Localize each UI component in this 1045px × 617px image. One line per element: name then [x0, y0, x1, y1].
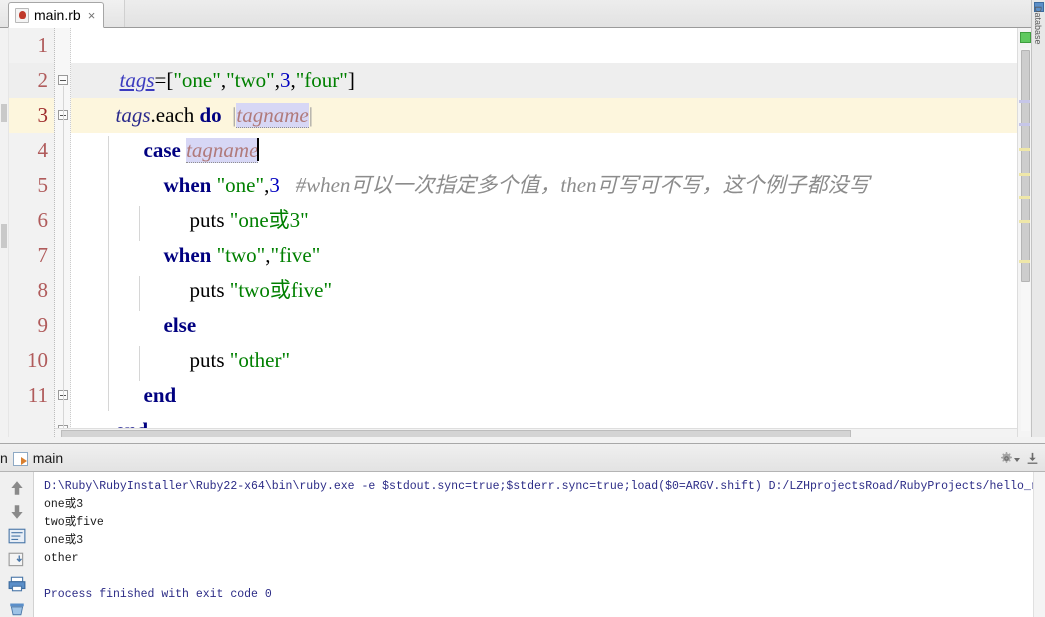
print-icon[interactable]: [8, 575, 26, 593]
line-number: 8: [37, 278, 49, 302]
stripe-marker[interactable]: [1019, 173, 1030, 176]
stripe-marker[interactable]: [1019, 100, 1030, 103]
console-exit-line: Process finished with exit code 0: [44, 588, 272, 601]
console-output-line: two或five: [44, 516, 104, 529]
editor-left-marker-strip: [0, 28, 9, 437]
gutter-row: 7: [9, 238, 54, 273]
line-number: 2: [37, 68, 49, 92]
gutter-row: 6: [9, 203, 54, 238]
close-icon[interactable]: ×: [86, 9, 96, 22]
down-arrow-icon[interactable]: [8, 503, 26, 521]
gutter-row: 5: [9, 168, 54, 203]
code-line-11[interactable]: end: [71, 378, 1031, 437]
editor-text-area[interactable]: tags=["one","two",3,"four"] tags.each do…: [71, 28, 1031, 437]
code-line-6[interactable]: when "two","five": [71, 203, 1031, 267]
inspection-status-icon[interactable]: [1020, 32, 1031, 43]
run-tool-window-title[interactable]: n main: [0, 444, 63, 473]
editor-error-stripe[interactable]: [1017, 28, 1031, 437]
chevron-down-icon[interactable]: [1014, 458, 1020, 462]
gutter-row: 1: [9, 28, 54, 63]
soft-wrap-icon[interactable]: [8, 527, 26, 545]
scrollbar-thumb[interactable]: [61, 430, 851, 437]
line-number: 3: [37, 103, 49, 127]
gutter-row: 4: [9, 133, 54, 168]
run-label-partial: n: [0, 450, 8, 466]
code-line-7[interactable]: puts "two或five": [71, 238, 1031, 302]
up-arrow-icon[interactable]: [8, 479, 26, 497]
code-line-1[interactable]: tags=["one","two",3,"four"]: [71, 28, 1031, 92]
line-number: 7: [37, 243, 49, 267]
console-command-line: D:\Ruby\RubyInstaller\Ruby22-x64\bin\rub…: [44, 480, 1033, 493]
stripe-marker[interactable]: [1019, 196, 1030, 199]
line-number: 4: [37, 138, 49, 162]
console-output-line: one或3: [44, 498, 84, 511]
line-number: 1: [37, 33, 49, 57]
code-editor[interactable]: 1 2 3 4 5 6 7 8 9 10 11 tags=["one","two…: [0, 28, 1031, 437]
clear-all-icon[interactable]: [8, 599, 26, 617]
code-line-9[interactable]: puts "other": [71, 308, 1031, 372]
line-number: 10: [27, 348, 48, 372]
stripe-marker[interactable]: [1019, 148, 1030, 151]
code-line-2[interactable]: tags.each do |tagname|: [71, 63, 1031, 128]
gutter-row: 11: [9, 378, 54, 413]
code-line-3[interactable]: case tagname: [71, 98, 1031, 163]
stripe-marker[interactable]: [1019, 220, 1030, 223]
editor-tab-strip: main.rb ×: [0, 0, 1031, 28]
change-marker: [1, 224, 7, 248]
gutter-row: 10: [9, 343, 54, 378]
console-output-line: other: [44, 552, 79, 565]
scrollbar-thumb[interactable]: [1021, 50, 1030, 282]
line-number: 11: [27, 383, 48, 407]
ruby-file-icon: [15, 7, 29, 23]
console-error-stripe[interactable]: [1033, 472, 1045, 617]
run-tool-window-header: n main: [0, 443, 1045, 472]
stripe-marker[interactable]: [1019, 260, 1030, 263]
scroll-to-end-icon[interactable]: [8, 551, 26, 569]
code-line-8[interactable]: else: [71, 273, 1031, 337]
editor-horizontal-scrollbar[interactable]: [55, 428, 1031, 437]
gutter-row: 3: [9, 98, 54, 133]
tab-strip-empty-area: [124, 0, 1031, 27]
editor-line-number-gutter: 1 2 3 4 5 6 7 8 9 10 11: [9, 28, 55, 437]
right-tool-window-bar[interactable]: Database: [1031, 0, 1045, 437]
hide-window-icon[interactable]: [1026, 452, 1039, 465]
console-output-area[interactable]: D:\Ruby\RubyInstaller\Ruby22-x64\bin\rub…: [34, 472, 1033, 617]
change-marker: [1, 104, 7, 122]
console-output-line: one或3: [44, 534, 84, 547]
line-number: 5: [37, 173, 49, 197]
editor-tab-label: main.rb: [34, 7, 81, 23]
run-configuration-name: main: [32, 450, 64, 466]
code-line-5[interactable]: puts "one或3": [71, 168, 1031, 232]
line-number: 6: [37, 208, 49, 232]
line-number: 9: [37, 313, 49, 337]
gear-icon[interactable]: [1000, 452, 1013, 465]
stripe-marker[interactable]: [1019, 123, 1030, 126]
gutter-row: 2: [9, 63, 54, 98]
code-line-4[interactable]: when "one",3 #when可以一次指定多个值，then可写可不写，这个…: [71, 133, 1031, 197]
rubymine-window: main.rb × 1 2 3 4 5 6 7 8 9 10 11 tags=[…: [0, 0, 1045, 617]
gutter-row: 9: [9, 308, 54, 343]
run-console-panel: D:\Ruby\RubyInstaller\Ruby22-x64\bin\rub…: [0, 472, 1045, 617]
tool-window-button-database[interactable]: Database: [1033, 6, 1043, 45]
console-toolbar: [0, 472, 34, 617]
editor-tab-main-rb[interactable]: main.rb ×: [8, 2, 105, 28]
gutter-row: 8: [9, 273, 54, 308]
run-configuration-icon: [12, 451, 28, 466]
code-line-10[interactable]: end: [71, 343, 1031, 407]
